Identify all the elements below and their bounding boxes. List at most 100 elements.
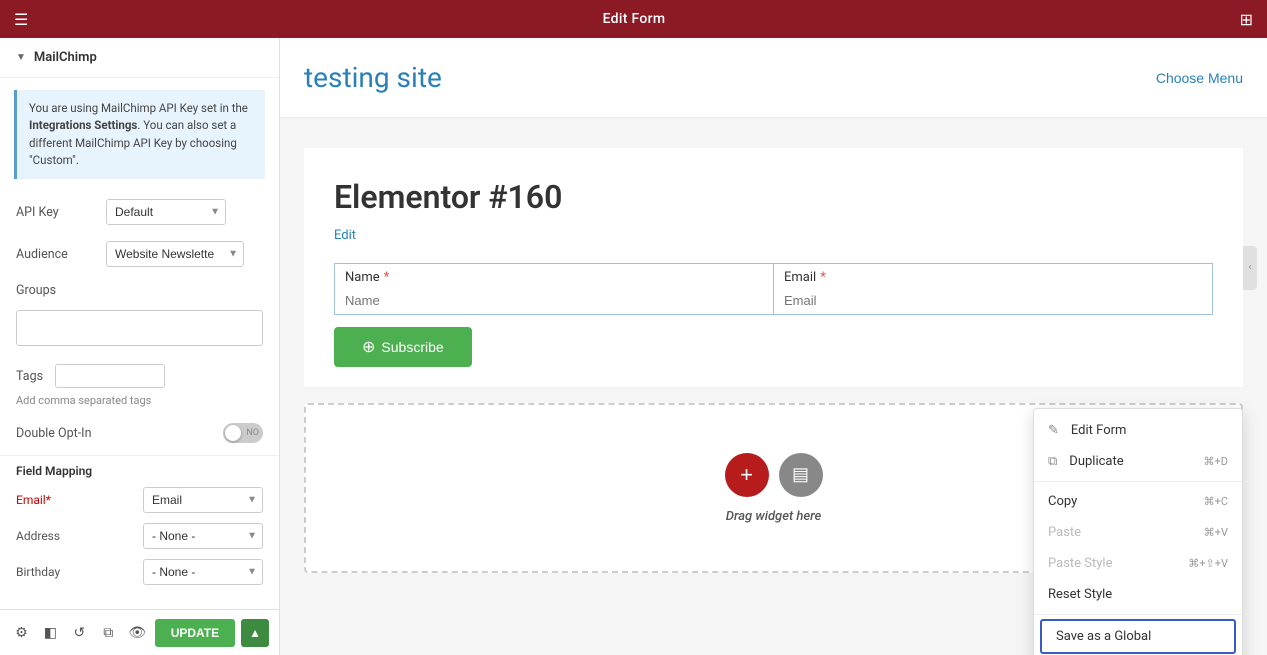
update-button[interactable]: UPDATE bbox=[155, 619, 235, 647]
api-key-select[interactable]: Default Custom bbox=[106, 199, 226, 225]
collapse-handle[interactable]: ‹ bbox=[1243, 246, 1257, 290]
ctx-divider-2 bbox=[1034, 614, 1242, 615]
tags-label: Tags bbox=[16, 369, 43, 384]
subscribe-icon: ⊕ bbox=[362, 337, 375, 357]
address-mapping-label: Address bbox=[16, 529, 86, 543]
info-bold: Integrations Settings bbox=[29, 118, 137, 132]
ctx-reset-style[interactable]: Reset Style bbox=[1034, 579, 1242, 610]
ctx-paste-style-label: Paste Style bbox=[1048, 556, 1112, 571]
ctx-duplicate[interactable]: ⧉ Duplicate ⌘+D bbox=[1034, 446, 1242, 477]
preview-icon[interactable]: 👁 bbox=[126, 619, 149, 647]
ctx-edit-form[interactable]: ✎ Edit Form bbox=[1034, 415, 1242, 446]
bottom-bar: ⚙ ◧ ↺ ⧉ 👁 UPDATE ▲ bbox=[0, 609, 279, 655]
update-arrow-button[interactable]: ▲ bbox=[241, 619, 269, 647]
layers-icon[interactable]: ◧ bbox=[39, 619, 62, 647]
tags-row: Tags bbox=[0, 358, 279, 394]
choose-menu-button[interactable]: Choose Menu bbox=[1156, 70, 1243, 86]
info-box: You are using MailChimp API Key set in t… bbox=[14, 90, 265, 179]
birthday-mapping-row: Birthday - None - ▼ bbox=[0, 554, 279, 590]
double-optin-row: Double Opt-In NO bbox=[0, 415, 279, 451]
api-key-select-wrapper: Default Custom ▼ bbox=[106, 199, 226, 225]
audience-select-wrapper: Website Newslette ▼ bbox=[106, 241, 244, 267]
drop-buttons: + ▤ bbox=[725, 453, 823, 497]
audience-label: Audience bbox=[16, 247, 106, 262]
name-input[interactable] bbox=[335, 287, 773, 314]
ctx-paste-style: Paste Style ⌘+⇧+V bbox=[1034, 548, 1242, 579]
ctx-paste-label: Paste bbox=[1048, 525, 1081, 540]
email-mapping-label: Email* bbox=[16, 493, 86, 507]
ctx-reset-style-label: Reset Style bbox=[1048, 587, 1112, 602]
page-title: Edit Form bbox=[38, 11, 1229, 27]
audience-select[interactable]: Website Newslette bbox=[106, 241, 244, 267]
ctx-duplicate-label: Duplicate bbox=[1069, 454, 1123, 469]
grid-icon[interactable]: ⊞ bbox=[1240, 10, 1253, 29]
email-mapping-select[interactable]: Email bbox=[143, 487, 263, 513]
api-key-label: API Key bbox=[16, 205, 106, 220]
email-mapping-select-wrapper: Email ▼ bbox=[143, 487, 263, 513]
api-key-row: API Key Default Custom ▼ bbox=[0, 191, 279, 233]
groups-row: Groups bbox=[0, 275, 279, 306]
email-input[interactable] bbox=[774, 287, 1212, 314]
double-optin-toggle[interactable]: NO bbox=[223, 423, 263, 443]
toggle-no-label: NO bbox=[246, 428, 259, 438]
mailchimp-label: MailChimp bbox=[34, 50, 97, 65]
top-bar: ☰ Edit Form ⊞ bbox=[0, 0, 1267, 38]
email-mapping-row: Email* Email ▼ bbox=[0, 482, 279, 518]
duplicate-icon[interactable]: ⧉ bbox=[97, 619, 120, 647]
settings-icon[interactable]: ⚙ bbox=[10, 619, 33, 647]
audience-field: Website Newslette ▼ bbox=[106, 241, 263, 267]
form-email-label: Email * bbox=[774, 264, 1212, 287]
email-required-star: * bbox=[46, 493, 51, 507]
ctx-paste-style-shortcut: ⌘+⇧+V bbox=[1188, 557, 1228, 570]
ctx-paste: Paste ⌘+V bbox=[1034, 517, 1242, 548]
ctx-duplicate-shortcut: ⌘+D bbox=[1204, 455, 1228, 468]
context-menu: ✎ Edit Form ⧉ Duplicate ⌘+D Copy bbox=[1033, 408, 1243, 655]
drop-folder-button[interactable]: ▤ bbox=[779, 453, 823, 497]
widget-area: Elementor #160 Edit Name * Email * bbox=[304, 148, 1243, 387]
drop-add-button[interactable]: + bbox=[725, 453, 769, 497]
ctx-edit-form-label: Edit Form bbox=[1071, 423, 1127, 438]
ctx-save-global[interactable]: Save as a Global bbox=[1040, 619, 1236, 654]
birthday-mapping-select[interactable]: - None - bbox=[143, 559, 263, 585]
address-mapping-select[interactable]: - None - bbox=[143, 523, 263, 549]
form-name-label: Name * bbox=[335, 264, 773, 287]
duplicate-ctx-icon: ⧉ bbox=[1048, 454, 1057, 469]
ctx-divider-1 bbox=[1034, 481, 1242, 482]
ctx-copy[interactable]: Copy ⌘+C bbox=[1034, 486, 1242, 517]
address-mapping-select-wrapper: - None - ▼ bbox=[143, 523, 263, 549]
drop-text: Drag widget here bbox=[726, 509, 821, 524]
form-email-field: Email * bbox=[773, 264, 1212, 314]
canvas-content: Elementor #160 Edit Name * Email * bbox=[280, 118, 1267, 655]
mailchimp-section-header[interactable]: ▼ MailChimp bbox=[0, 38, 279, 78]
groups-label: Groups bbox=[16, 283, 106, 298]
widget-title: Elementor #160 bbox=[334, 178, 1213, 216]
chevron-down-icon: ▼ bbox=[16, 52, 26, 63]
sidebar-content: ▼ MailChimp You are using MailChimp API … bbox=[0, 38, 279, 609]
groups-input[interactable] bbox=[16, 310, 263, 346]
canvas-area: testing site Choose Menu Elementor #160 … bbox=[280, 38, 1267, 655]
ctx-save-global-label: Save as a Global bbox=[1056, 629, 1151, 644]
ctx-copy-shortcut: ⌘+C bbox=[1204, 495, 1228, 508]
audience-row: Audience Website Newslette ▼ bbox=[0, 233, 279, 275]
birthday-mapping-label: Birthday bbox=[16, 565, 86, 579]
groups-area bbox=[0, 306, 279, 358]
menu-icon[interactable]: ☰ bbox=[14, 10, 28, 29]
site-title: testing site bbox=[304, 61, 442, 94]
tags-hint: Add comma separated tags bbox=[0, 394, 279, 415]
address-mapping-row: Address - None - ▼ bbox=[0, 518, 279, 554]
sidebar: ▼ MailChimp You are using MailChimp API … bbox=[0, 38, 280, 655]
birthday-mapping-select-wrapper: - None - ▼ bbox=[143, 559, 263, 585]
subscribe-button[interactable]: ⊕ Subscribe bbox=[334, 327, 472, 367]
toggle-knob bbox=[225, 425, 241, 441]
info-text-1: You are using MailChimp API Key set in t… bbox=[29, 101, 248, 115]
tags-input[interactable] bbox=[55, 364, 165, 388]
edit-form-icon: ✎ bbox=[1048, 423, 1059, 438]
double-optin-label: Double Opt-In bbox=[16, 426, 91, 441]
form-name-field: Name * bbox=[335, 264, 773, 314]
edit-link[interactable]: Edit bbox=[334, 228, 356, 243]
history-icon[interactable]: ↺ bbox=[68, 619, 91, 647]
ctx-paste-shortcut: ⌘+V bbox=[1204, 526, 1228, 539]
name-required-star: * bbox=[384, 270, 390, 285]
api-key-field: Default Custom ▼ bbox=[106, 199, 263, 225]
email-required-star: * bbox=[820, 270, 826, 285]
